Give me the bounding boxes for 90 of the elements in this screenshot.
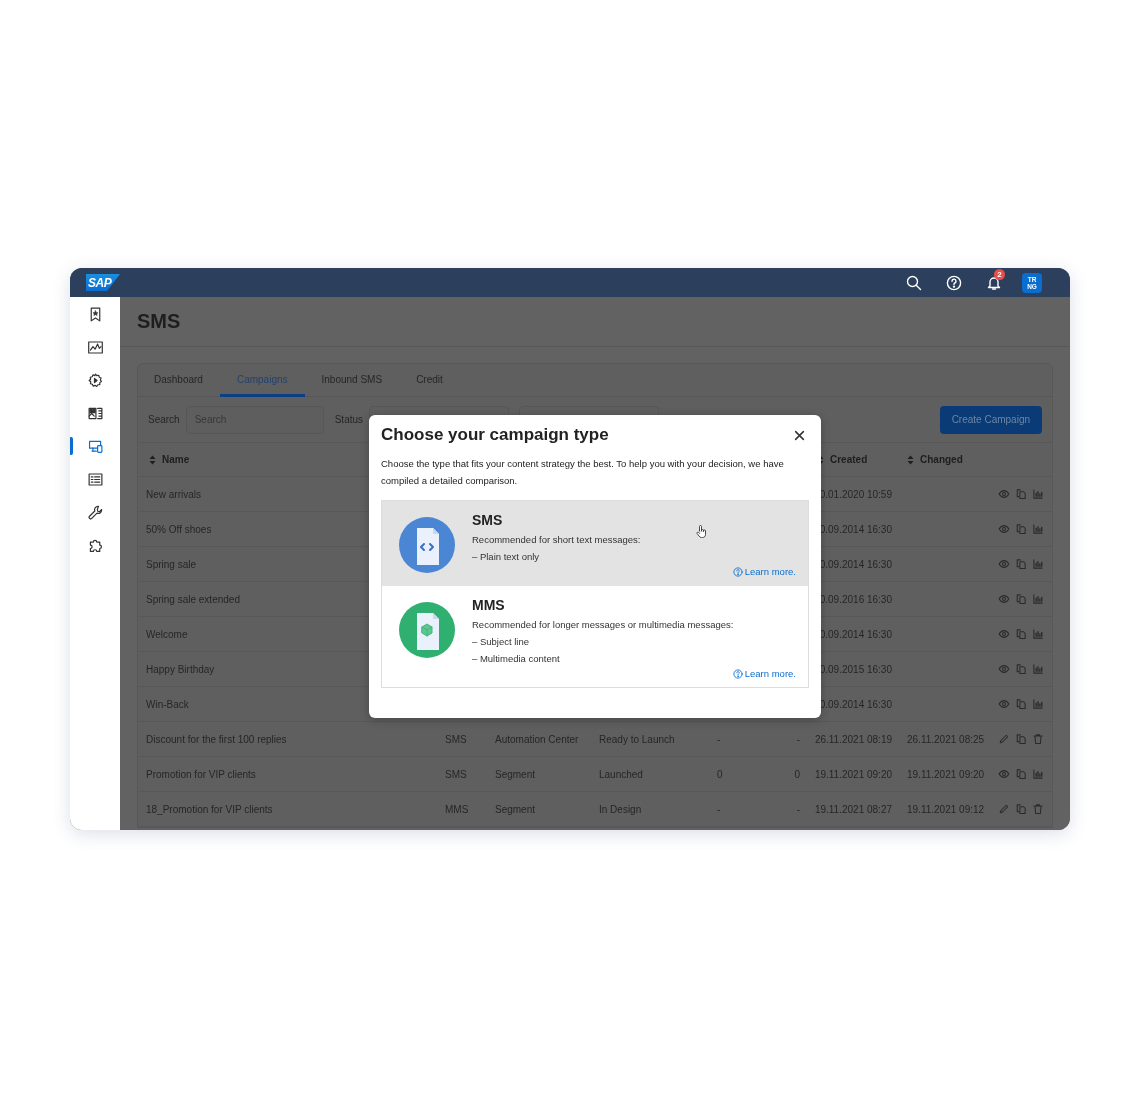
table-cell-text: SMS	[445, 768, 468, 780]
help-icon[interactable]	[946, 274, 962, 291]
table-cell-text: -	[717, 733, 722, 745]
option-title: MMS	[472, 596, 505, 614]
column-header[interactable]: Name	[162, 454, 190, 465]
table-cell-text: Launched	[599, 768, 644, 780]
document-cube-icon	[399, 602, 455, 658]
copy-icon[interactable]	[1015, 628, 1027, 640]
list-card-icon	[86, 470, 104, 488]
table-cell-text: MMS	[445, 803, 470, 815]
bar-chart-icon[interactable]	[1032, 628, 1044, 640]
table-cell-text: Spring sale	[146, 558, 198, 570]
sap-logo[interactable]: SAP	[86, 274, 120, 291]
bell-icon[interactable]	[986, 274, 1002, 291]
pointer-cursor-icon	[696, 525, 707, 538]
help-icon	[732, 668, 743, 679]
table-cell-text: Happy Birthday	[146, 663, 216, 675]
campaign-type-option[interactable]: SMS Recommended for short text messages: – Plain text only Learn more.	[382, 501, 808, 585]
bar-chart-icon[interactable]	[1032, 558, 1044, 570]
option-description: Recommended for longer messages or multimedia messages:	[472, 618, 734, 632]
column-header[interactable]: Created	[830, 454, 868, 465]
table-cell-text: 19.11.2021 08:27	[813, 803, 892, 815]
table-cell-text: -	[717, 803, 722, 815]
pencil-icon[interactable]	[998, 803, 1010, 815]
table-cell-text: SMS	[445, 733, 468, 745]
dialog-description: Choose the type that fits your content strategy the best. To help you with your decision, we have compiled a detailed comparison.	[381, 457, 785, 488]
trash-icon[interactable]	[1032, 733, 1044, 745]
gear-icon	[86, 371, 104, 389]
copy-icon[interactable]	[1015, 523, 1027, 535]
help-icon	[732, 566, 743, 577]
table-cell-text: New arrivals	[146, 488, 202, 500]
copy-icon[interactable]	[1015, 593, 1027, 605]
copy-icon[interactable]	[1015, 663, 1027, 675]
table-cell-text: Spring sale extended	[146, 593, 241, 605]
table-cell-text: 0.09.2014 16:30	[818, 523, 892, 535]
table-cell-text: Welcome	[146, 628, 189, 640]
copy-icon[interactable]	[1015, 803, 1027, 815]
option-feature: – Plain text only	[472, 550, 540, 564]
bar-chart-icon[interactable]	[1032, 768, 1044, 780]
eye-icon[interactable]	[998, 558, 1010, 570]
table-cell-text: Automation Center	[495, 733, 580, 745]
option-title: SMS	[472, 511, 503, 529]
line-chart-icon	[86, 338, 104, 356]
learn-more-link[interactable]: Learn more.	[732, 566, 796, 577]
notification-badge: 2	[994, 268, 1005, 280]
bar-chart-icon[interactable]	[1032, 488, 1044, 500]
create-campaign-button[interactable]: Create Campaign	[939, 405, 1042, 434]
table-cell-text: 0.09.2014 16:30	[818, 558, 892, 570]
document-code-icon	[399, 517, 455, 573]
option-feature: – Multimedia content	[472, 652, 560, 666]
table-cell-text: -	[795, 733, 800, 745]
tab[interactable]: Campaigns	[219, 364, 305, 397]
bar-chart-icon[interactable]	[1032, 523, 1044, 535]
table-cell-text: Segment	[495, 768, 537, 780]
eye-icon[interactable]	[998, 698, 1010, 710]
bar-chart-icon[interactable]	[1032, 698, 1044, 710]
tab[interactable]: Inbound SMS	[304, 364, 400, 397]
eye-icon[interactable]	[998, 593, 1010, 605]
copy-icon[interactable]	[1015, 698, 1027, 710]
table-cell-text: 0.09.2014 16:30	[818, 698, 892, 710]
copy-icon[interactable]	[1015, 488, 1027, 500]
copy-icon[interactable]	[1015, 768, 1027, 780]
close-icon[interactable]	[794, 429, 805, 441]
copy-icon[interactable]	[1015, 733, 1027, 745]
option-feature: – Subject line	[472, 635, 530, 649]
column-header[interactable]: Changed	[920, 454, 963, 465]
eye-icon[interactable]	[998, 663, 1010, 675]
bar-chart-icon[interactable]	[1032, 593, 1044, 605]
table-cell-text: 0.09.2014 16:30	[818, 628, 892, 640]
wrench-icon	[86, 503, 104, 521]
tab[interactable]: Credit	[399, 364, 460, 397]
table-cell-text: 26.11.2021 08:19	[813, 733, 892, 745]
copy-icon[interactable]	[1015, 558, 1027, 570]
eye-icon[interactable]	[998, 768, 1010, 780]
eye-icon[interactable]	[998, 523, 1010, 535]
learn-more-link[interactable]: Learn more.	[732, 668, 796, 679]
table-cell-text: -	[795, 803, 800, 815]
search-icon[interactable]	[906, 274, 922, 291]
page-title: SMS	[137, 310, 181, 333]
table-cell-text: Win-Back	[146, 698, 190, 710]
tab[interactable]: Dashboard	[138, 364, 220, 397]
option-description: Recommended for short text messages:	[472, 533, 641, 547]
bar-chart-icon[interactable]	[1032, 663, 1044, 675]
eye-icon[interactable]	[998, 488, 1010, 500]
pencil-icon[interactable]	[998, 733, 1010, 745]
dialog-title: Choose your campaign type	[381, 425, 609, 445]
status-label: Status	[334, 414, 364, 425]
trash-icon[interactable]	[1032, 803, 1044, 815]
table-cell-text: Segment	[495, 803, 537, 815]
eye-icon[interactable]	[998, 628, 1010, 640]
